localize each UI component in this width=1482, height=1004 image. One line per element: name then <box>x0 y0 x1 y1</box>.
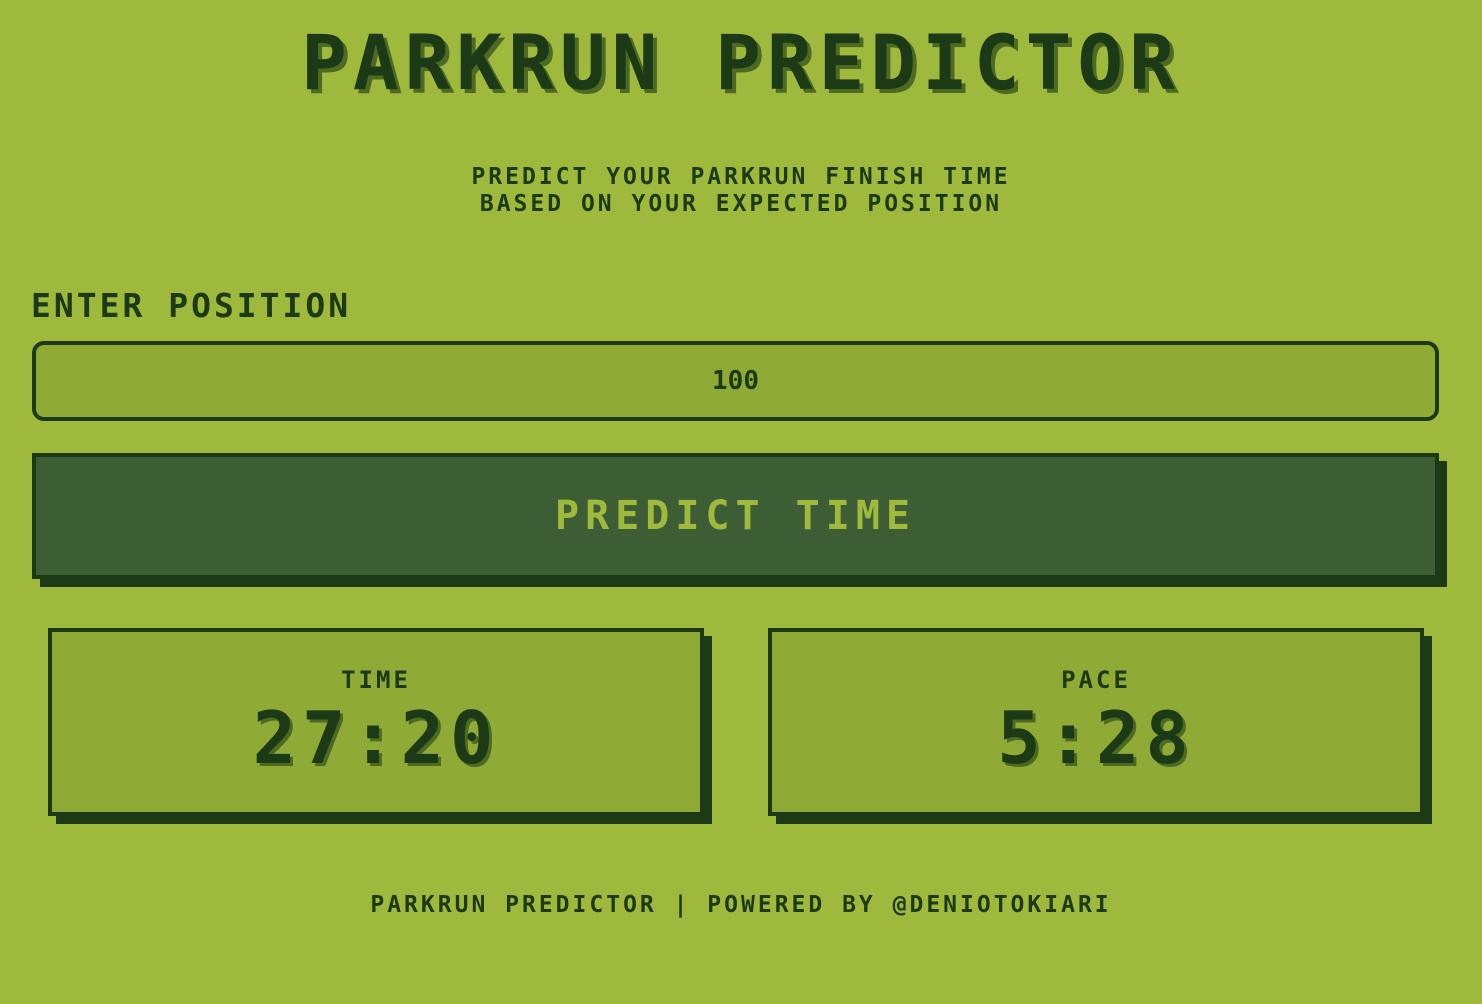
pace-value: 5:28 <box>997 696 1195 780</box>
pace-label: PACE <box>1061 666 1131 694</box>
subtitle-line-1: PREDICT YOUR PARKRUN FINISH TIME <box>471 164 1011 190</box>
pace-result-card: PACE 5:28 <box>768 628 1424 816</box>
page-title: PARKRUN PREDICTOR <box>301 18 1181 107</box>
footer-text: PARKRUN PREDICTOR | POWERED BY @DENIOTOK… <box>370 892 1112 918</box>
time-label: TIME <box>341 666 411 694</box>
position-input[interactable] <box>32 341 1439 421</box>
time-value: 27:20 <box>252 696 500 780</box>
predict-time-button[interactable]: PREDICT TIME <box>32 453 1439 579</box>
time-result-card: TIME 27:20 <box>48 628 704 816</box>
subtitle-line-2: BASED ON YOUR EXPECTED POSITION <box>479 191 1003 217</box>
subtitle: PREDICT YOUR PARKRUN FINISH TIME BASED O… <box>0 164 1482 218</box>
position-label: ENTER POSITION <box>31 286 352 325</box>
